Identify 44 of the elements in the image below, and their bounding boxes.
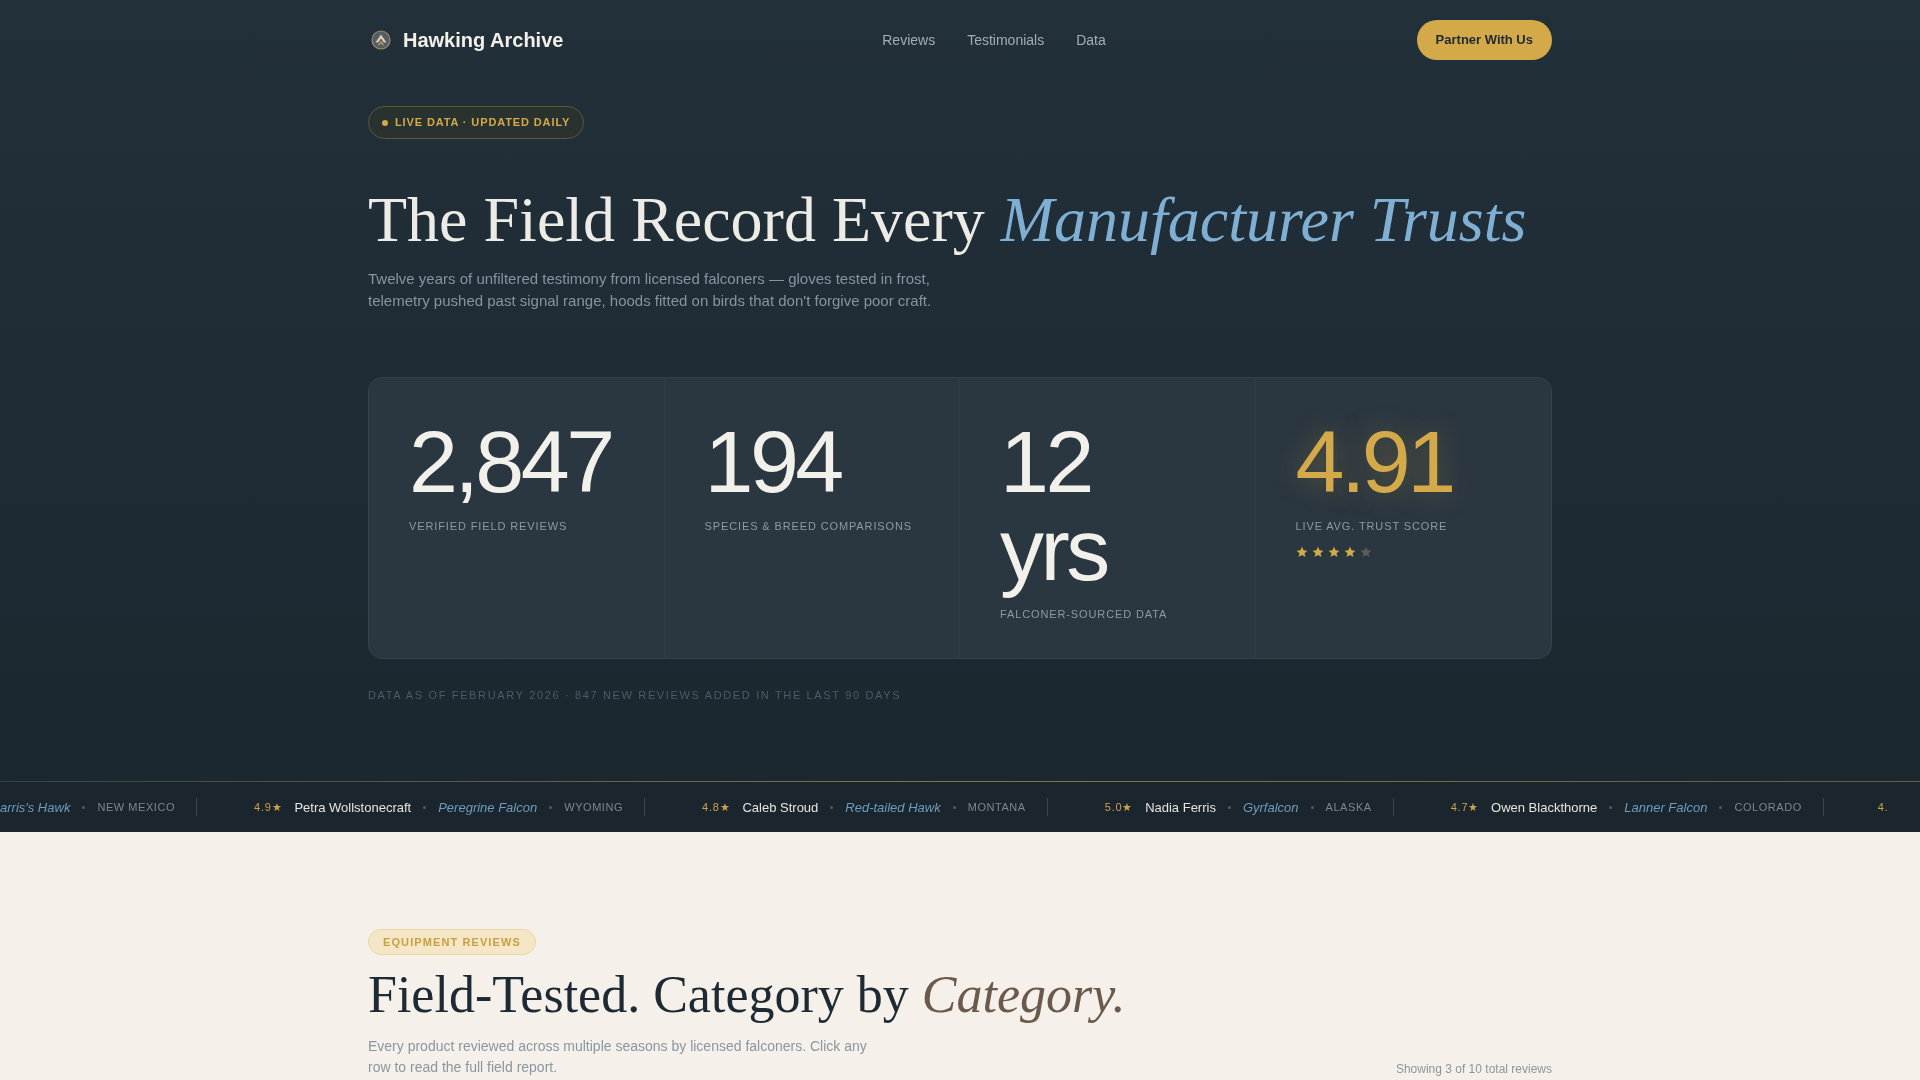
stat-label: VERIFIED FIELD REVIEWS — [409, 519, 569, 535]
falconer-name: Petra Wollstonecraft — [294, 798, 412, 817]
rating-text: 4.8★ — [702, 800, 731, 816]
star-icon — [1359, 546, 1372, 559]
species-name: Lanner Falcon — [1624, 798, 1708, 817]
star-icon — [1343, 546, 1356, 559]
species-name: arris's Hawk — [0, 798, 71, 817]
hero-subtitle: Twelve years of unfiltered testimony from licensed falconers — gloves tested in frost, telemetry pushed past signal range, hoods fitted on birds that don't forgive poor craft. — [368, 269, 933, 312]
rating-text: 4.9★ — [254, 800, 283, 816]
section-badge: EQUIPMENT REVIEWS — [368, 929, 536, 956]
falconer-name: Nadia Ferris — [1145, 798, 1216, 817]
region-name: ALASKA — [1325, 800, 1372, 816]
falconer-name: Caleb Stroud — [742, 798, 819, 817]
star-icon — [1327, 546, 1340, 559]
hero-headline: The Field Record Every Manufacturer Trusts — [368, 185, 1528, 256]
region-name: WYOMING — [564, 800, 624, 816]
section-heading: Field-Tested. Category by Category. — [368, 966, 1127, 1024]
stat-value: 194 — [704, 418, 843, 507]
stat-value: 4.91 — [1295, 418, 1454, 507]
star-icon — [1295, 546, 1308, 559]
rating-text: 4.7★ — [1450, 800, 1480, 816]
species-name: Red-tailed Hawk — [845, 798, 941, 817]
chevron-emblem-icon — [371, 30, 391, 50]
region-name: NEW MEXICO — [97, 800, 175, 816]
falconer-name: Owen Blackthorne — [1491, 798, 1598, 817]
region-name: COLORADO — [1734, 800, 1802, 816]
nav-link[interactable]: Reviews — [882, 29, 936, 51]
partner-button[interactable]: Partner With Us — [1416, 20, 1552, 60]
stat-label: LIVE AVG. TRUST SCORE — [1295, 519, 1449, 535]
region-name: MONTANA — [967, 800, 1026, 816]
species-name: Peregrine Falcon — [438, 798, 538, 817]
brand-name[interactable]: Hawking Archive — [403, 25, 564, 55]
species-name: Gyrfalcon — [1242, 798, 1299, 817]
section-description: Every product reviewed across multiple seasons by licensed falconers. Click any row to read the full field report. — [368, 1036, 868, 1077]
nav-link[interactable]: Testimonials — [967, 29, 1045, 51]
stat-label: SPECIES & BREED COMPARISONS — [704, 519, 914, 535]
rating-text: 4. — [1877, 800, 1889, 816]
review-count: Showing 3 of 10 total reviews — [1395, 1060, 1552, 1078]
rating-text: 5.0★ — [1104, 800, 1134, 816]
star-icon — [1311, 546, 1324, 559]
stat-value: 2,847 — [409, 418, 613, 507]
nav-link[interactable]: Data — [1076, 29, 1106, 51]
badge-text: LIVE DATA · UPDATED DAILY — [395, 115, 571, 131]
stat-label: FALCONER-SOURCED DATA — [1000, 607, 1169, 623]
